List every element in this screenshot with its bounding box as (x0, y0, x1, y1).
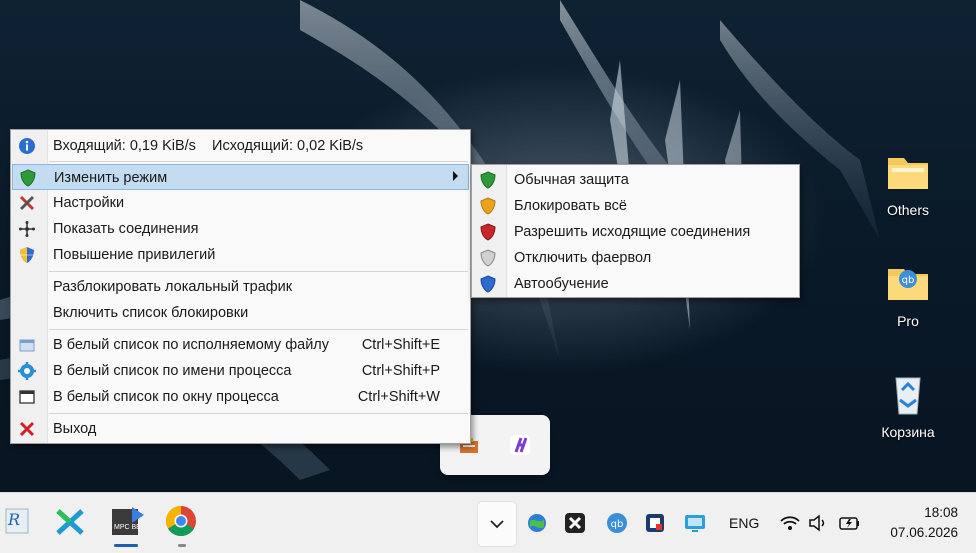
mode-allow-outgoing-item[interactable]: Разрешить исходящие соединения (473, 219, 798, 245)
submenu-arrow-icon (453, 171, 458, 181)
menu-divider (49, 161, 468, 162)
enable-blocklist-label: Включить список блокировки (53, 305, 249, 321)
change-mode-item[interactable]: Изменить режим (12, 164, 469, 190)
info-icon (19, 138, 35, 154)
clock[interactable]: 18:08 07.06.2026 (874, 503, 958, 543)
change-mode-label: Изменить режим (54, 170, 168, 186)
traffic-info-item: Входящий: 0,19 KiB/s Исходящий: 0,02 KiB… (12, 133, 469, 159)
shield-red-icon (480, 223, 496, 241)
remote-desktop-icon[interactable] (683, 511, 707, 535)
network-icon (19, 221, 35, 237)
desktop-icon-label: Pro (897, 313, 919, 329)
mode-submenu: Обычная защита Блокировать всё Разрешить… (471, 164, 800, 298)
elevate-privileges-label: Повышение привилегий (53, 247, 216, 263)
chrome-taskbar-button[interactable] (163, 503, 201, 547)
svg-text:qb: qb (611, 519, 624, 530)
desktop-icon-recycle-bin[interactable]: Корзина (868, 370, 948, 440)
shield-orange-icon (480, 197, 496, 215)
hyper-app-icon[interactable] (508, 433, 532, 457)
screen-capture-icon[interactable] (643, 511, 667, 535)
mode-allow-outgoing-label: Разрешить исходящие соединения (514, 224, 751, 240)
whitelist-by-window-label: В белый список по окну процесса (53, 389, 279, 405)
mode-disable-firewall-label: Отключить фаервол (514, 250, 652, 266)
process-gear-icon (18, 362, 36, 380)
mode-normal-label: Обычная защита (514, 172, 629, 188)
menu-divider (49, 329, 468, 330)
show-connections-item[interactable]: Показать соединения (12, 216, 469, 242)
svg-text:R: R (7, 510, 20, 529)
unblock-local-traffic-item[interactable]: Разблокировать локальный трафик (12, 274, 469, 300)
unblock-local-traffic-label: Разблокировать локальный трафик (53, 279, 293, 295)
settings-label: Настройки (53, 195, 125, 211)
desktop-icon-others[interactable]: Others (868, 148, 948, 218)
show-connections-label: Показать соединения (53, 221, 199, 237)
mpc-be-label: MPC BE (114, 524, 141, 531)
exit-item[interactable]: Выход (12, 416, 469, 442)
tools-icon (19, 195, 35, 211)
whitelist-by-window-shortcut: Ctrl+Shift+W (357, 389, 440, 405)
active-indicator (114, 544, 138, 547)
mode-disable-firewall-item[interactable]: Отключить фаервол (473, 245, 798, 271)
xnview-tray-icon[interactable] (563, 511, 587, 535)
exe-file-icon (19, 339, 35, 352)
desktop-icon-pro[interactable]: qb Pro (868, 259, 948, 329)
show-hidden-icons-button[interactable] (477, 501, 517, 547)
folder-icon (884, 148, 932, 196)
menu-divider (49, 271, 468, 272)
whitelist-by-process-item[interactable]: В белый список по имени процесса Ctrl+Sh… (12, 358, 469, 384)
window-icon (19, 390, 35, 404)
enable-blocklist-item[interactable]: Включить список блокировки (12, 300, 469, 326)
overflow-chevron-icon (490, 520, 504, 529)
mpc-be-taskbar-button[interactable]: MPC BE (108, 503, 146, 547)
mpc-be-icon (112, 507, 144, 535)
running-indicator (178, 544, 186, 547)
shield-blue-icon (480, 275, 496, 293)
chrome-icon (165, 506, 196, 537)
settings-item[interactable]: Настройки (12, 190, 469, 216)
traffic-info-label: Входящий: 0,19 KiB/s Исходящий: 0,02 KiB… (53, 138, 364, 154)
taskbar: R MPC BE qb ENG 18:08 07.06.2026 (0, 492, 976, 553)
red-x-icon (19, 421, 35, 437)
whitelist-by-exe-label: В белый список по исполняемому файлу (53, 337, 330, 353)
battery-charging-icon[interactable] (838, 511, 862, 535)
xnview-icon[interactable] (52, 503, 90, 541)
whitelist-by-exe-item[interactable]: В белый список по исполняемому файлу Ctr… (12, 332, 469, 358)
whitelist-by-exe-shortcut: Ctrl+Shift+E (361, 337, 440, 353)
desktop-icon-label: Корзина (881, 424, 935, 440)
mode-normal-item[interactable]: Обычная защита (473, 167, 798, 193)
firewall-context-menu: Входящий: 0,19 KiB/s Исходящий: 0,02 KiB… (10, 129, 471, 444)
mode-autolearn-item[interactable]: Автообучение (473, 271, 798, 297)
shield-green-icon (20, 169, 36, 187)
language-indicator[interactable]: ENG (729, 515, 759, 531)
clock-time: 18:08 (924, 505, 958, 520)
desktop-icon-label: Others (886, 202, 929, 218)
qbittorrent-tray-icon[interactable]: qb (605, 511, 629, 535)
mode-block-all-item[interactable]: Блокировать всё (473, 193, 798, 219)
clock-date: 07.06.2026 (890, 525, 958, 540)
shield-green-icon (480, 171, 496, 189)
whitelist-by-window-item[interactable]: В белый список по окну процесса Ctrl+Shi… (12, 384, 469, 410)
svg-text:qb: qb (902, 275, 915, 286)
qbittorrent-folder-icon: qb (884, 259, 932, 307)
exit-label: Выход (53, 421, 97, 437)
shield-gray-icon (480, 249, 496, 267)
globe-update-icon[interactable] (525, 511, 549, 535)
recycle-bin-icon (884, 370, 932, 418)
reg-organizer-icon[interactable]: R (0, 503, 38, 541)
whitelist-by-process-shortcut: Ctrl+Shift+P (361, 363, 440, 379)
mode-block-all-label: Блокировать всё (514, 198, 627, 214)
mode-autolearn-label: Автообучение (514, 276, 609, 292)
wifi-icon[interactable] (778, 511, 802, 535)
menu-divider (49, 413, 468, 414)
whitelist-by-process-label: В белый список по имени процесса (53, 363, 292, 379)
uac-shield-icon (20, 247, 34, 263)
elevate-privileges-item[interactable]: Повышение привилегий (12, 242, 469, 268)
volume-icon[interactable] (806, 511, 830, 535)
